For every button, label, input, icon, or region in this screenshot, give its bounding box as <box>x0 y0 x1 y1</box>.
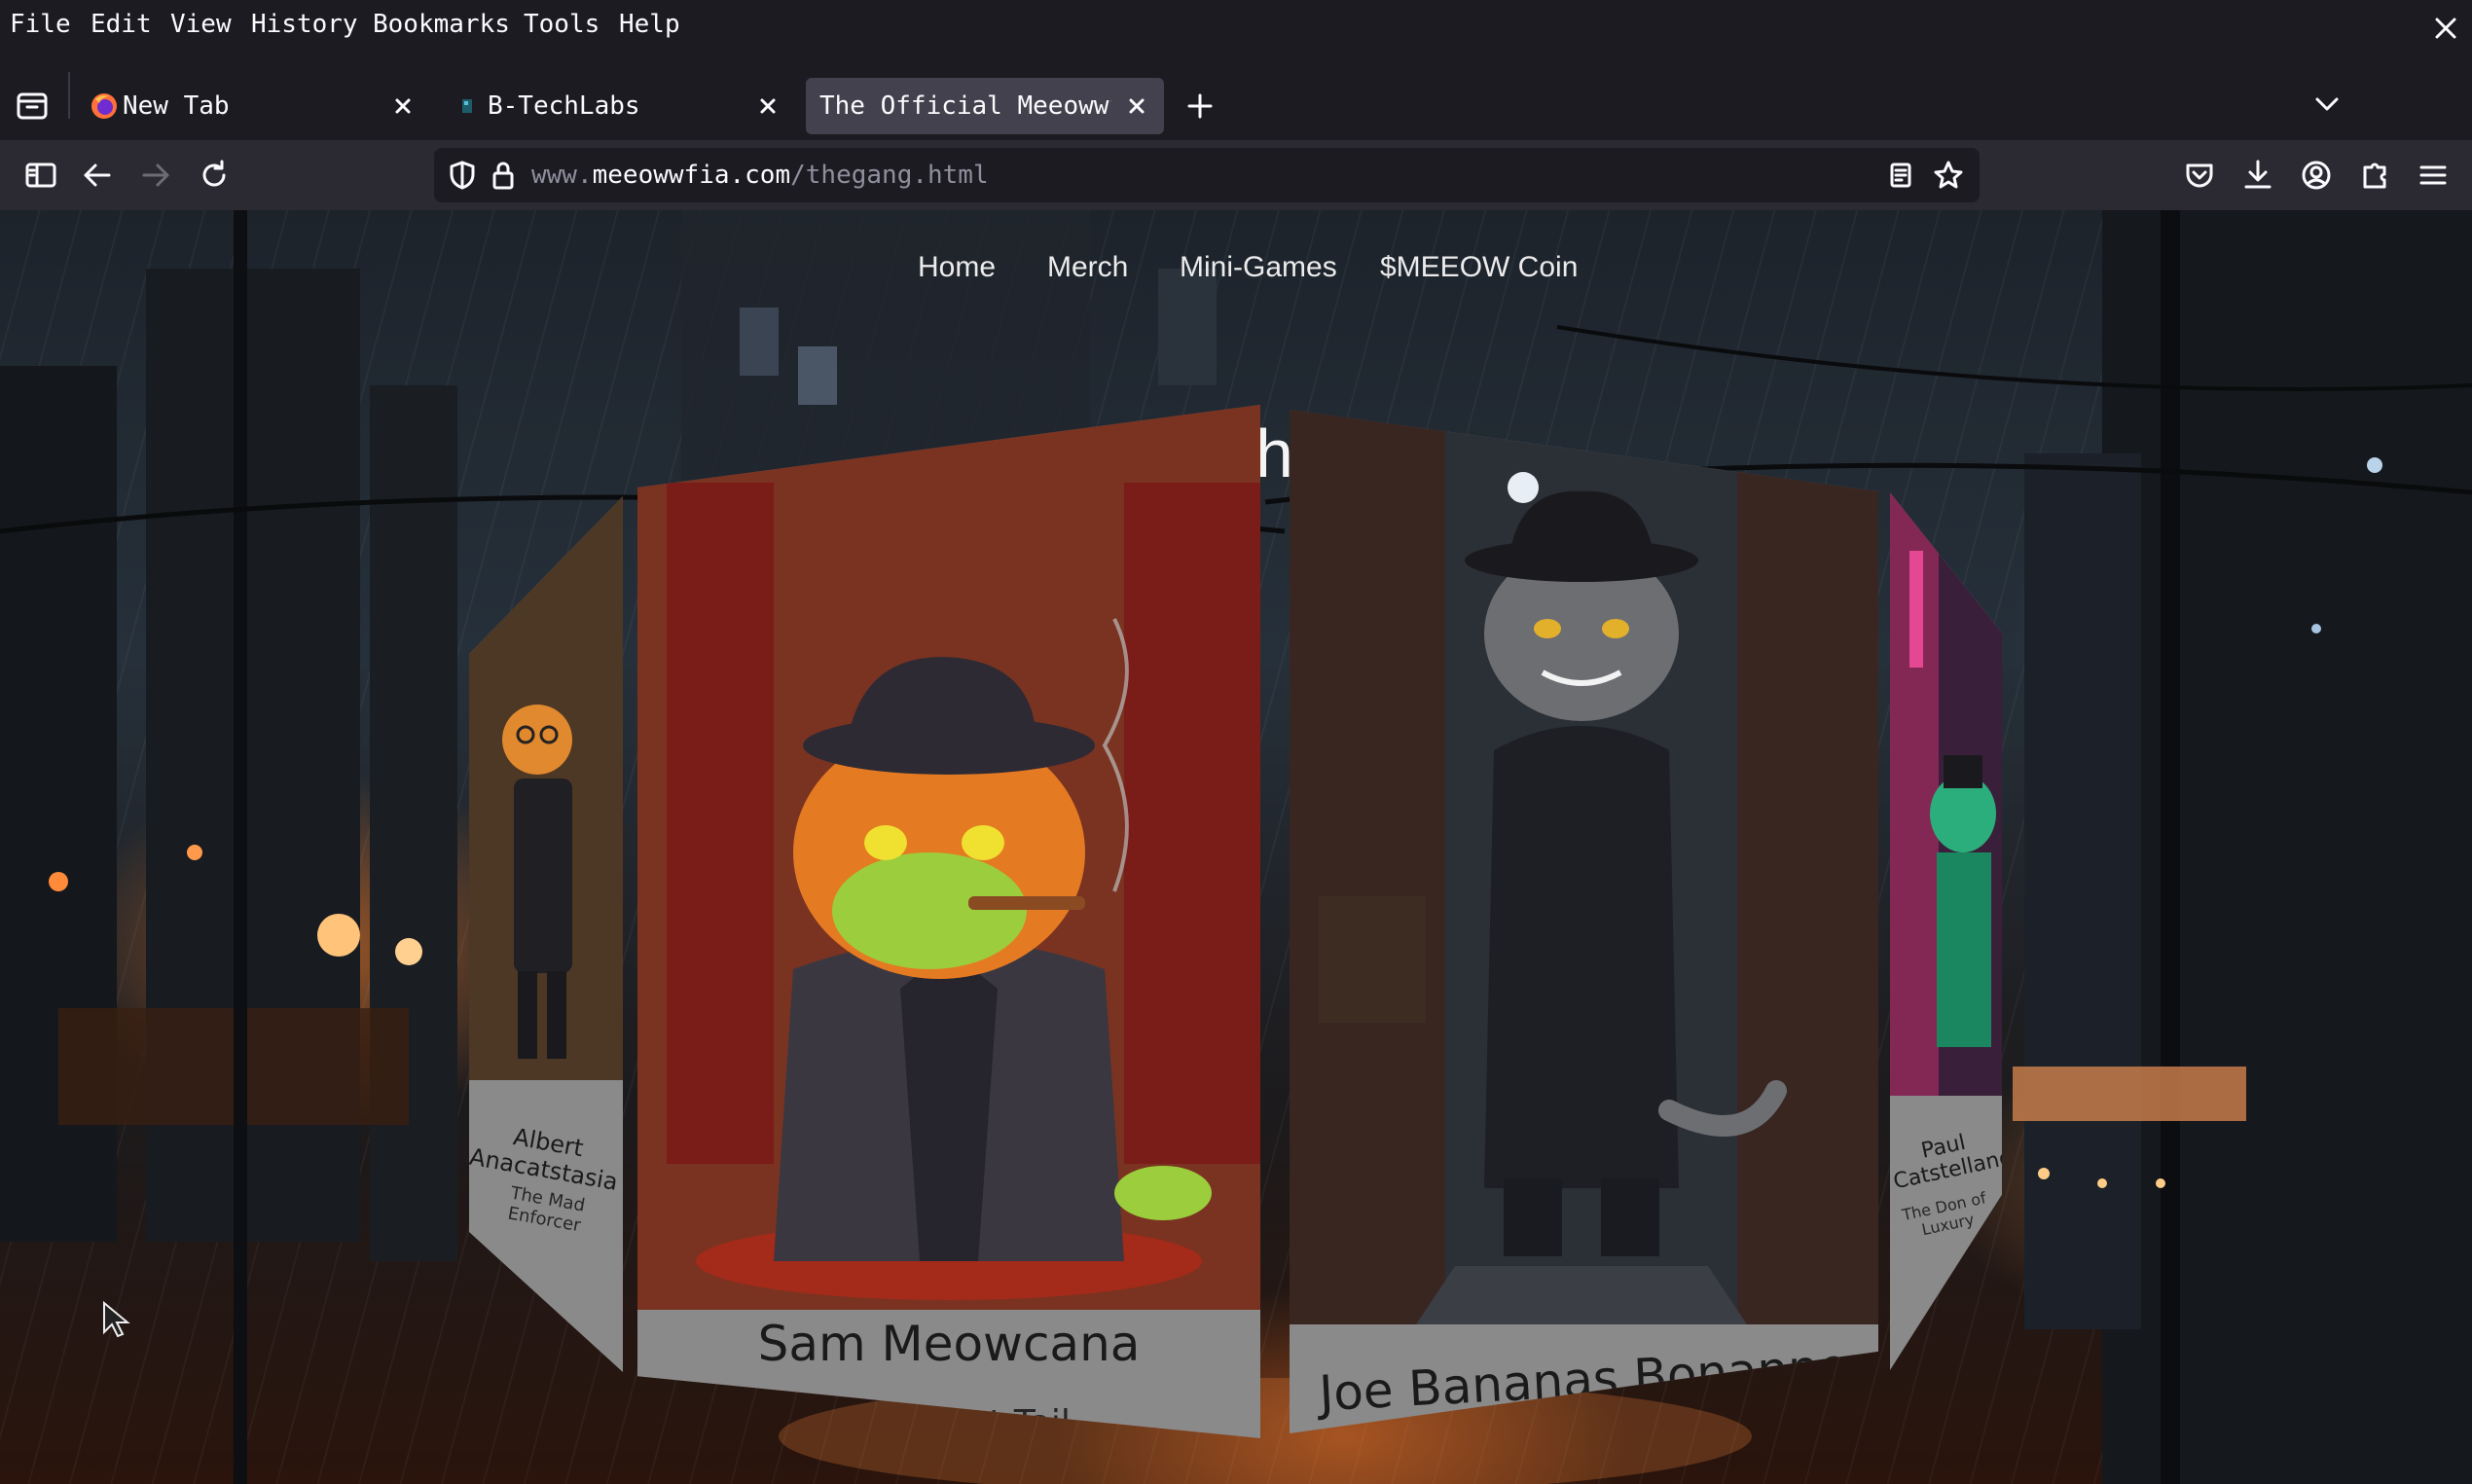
url-path: /thegang.html <box>790 161 989 190</box>
joe-bananas-bonanno-portrait-image <box>1290 410 1878 1324</box>
mouse-pointer-icon <box>103 1300 130 1338</box>
extensions-puzzle-icon[interactable] <box>2355 156 2394 195</box>
tab-title: B-TechLabs <box>488 91 640 121</box>
tracking-protection-shield-icon[interactable] <box>448 160 477 191</box>
site-navigation: Home Merch Mini-Games $MEEOW Coin <box>0 243 2472 292</box>
site-nav-merch[interactable]: Merch <box>1047 243 1128 292</box>
menu-file[interactable]: File <box>10 8 71 41</box>
url-host: meeowwfia.com <box>592 161 791 190</box>
tab-divider <box>68 72 70 119</box>
sam-meowcana-portrait-image <box>637 405 1260 1310</box>
list-all-tabs-chevron-down-icon[interactable] <box>2312 93 2342 115</box>
menu-bookmarks[interactable]: Bookmarks <box>373 8 510 41</box>
tab-title: New Tab <box>123 91 230 121</box>
lock-icon[interactable] <box>491 160 516 191</box>
menu-bar: File Edit View History Bookmarks Tools H… <box>0 0 2472 51</box>
menu-view[interactable]: View <box>170 8 232 41</box>
site-nav-meeow-coin[interactable]: $MEEOW Coin <box>1380 243 1578 292</box>
menu-history[interactable]: History <box>251 8 358 41</box>
hamburger-menu-icon[interactable] <box>2414 156 2453 195</box>
address-bar[interactable]: www.meeowwfia.com/thegang.html <box>434 148 1980 202</box>
window-close-icon[interactable] <box>2433 16 2458 41</box>
url-text[interactable]: www.meeowwfia.com/thegang.html <box>531 148 989 202</box>
gang-card-joe-bananas-bonanno[interactable]: Joe Bananas Bonanno The Wildcard <box>1290 410 1878 1433</box>
page-viewport: Home Merch Mini-Games $MEEOW Coin h Albe… <box>0 210 2472 1484</box>
reader-view-icon[interactable] <box>1888 162 1913 189</box>
close-tab-icon[interactable] <box>754 92 782 120</box>
site-nav-mini-games[interactable]: Mini-Games <box>1180 243 1337 292</box>
firefox-logo-icon <box>91 93 117 119</box>
bookmark-star-icon[interactable] <box>1933 160 1964 191</box>
gang-card-sam-meowcana[interactable]: Sam Meowcana The Silent Tail <box>637 405 1260 1438</box>
forward-arrow-icon[interactable] <box>136 156 175 195</box>
reload-icon[interactable] <box>195 156 234 195</box>
back-arrow-icon[interactable] <box>78 156 117 195</box>
card-name: Sam Meowcana <box>757 1316 1141 1372</box>
tab-new-tab[interactable]: New Tab <box>78 78 430 134</box>
close-tab-icon[interactable] <box>389 92 417 120</box>
url-prefix: www. <box>531 161 593 190</box>
downloads-icon[interactable] <box>2238 156 2277 195</box>
sidebar-toggle-icon[interactable] <box>21 156 60 195</box>
tab-strip: New Tab B-TechLabs The Official Meeowwfi <box>0 51 2472 140</box>
account-icon[interactable] <box>2297 156 2336 195</box>
new-tab-plus-icon[interactable] <box>1185 91 1215 121</box>
tab-title: The Official Meeowwfi <box>819 91 1111 121</box>
navigation-toolbar: www.meeowwfia.com/thegang.html <box>0 140 2472 210</box>
pocket-icon[interactable] <box>2180 156 2219 195</box>
menu-help[interactable]: Help <box>619 8 680 41</box>
close-tab-icon[interactable] <box>1123 92 1150 120</box>
site-nav-home[interactable]: Home <box>918 243 996 292</box>
menu-tools[interactable]: Tools <box>524 8 600 41</box>
page-heading: h <box>1255 416 1293 491</box>
card-name: Paul Catstellano <box>1891 1130 2002 1195</box>
firefox-view-icon[interactable] <box>16 91 49 121</box>
tab-b-techlabs[interactable]: B-TechLabs <box>443 78 795 134</box>
b-techlabs-favicon-icon <box>462 99 472 113</box>
tab-meeowwfia[interactable]: The Official Meeowwfi <box>806 78 1164 134</box>
menu-edit[interactable]: Edit <box>91 8 152 41</box>
